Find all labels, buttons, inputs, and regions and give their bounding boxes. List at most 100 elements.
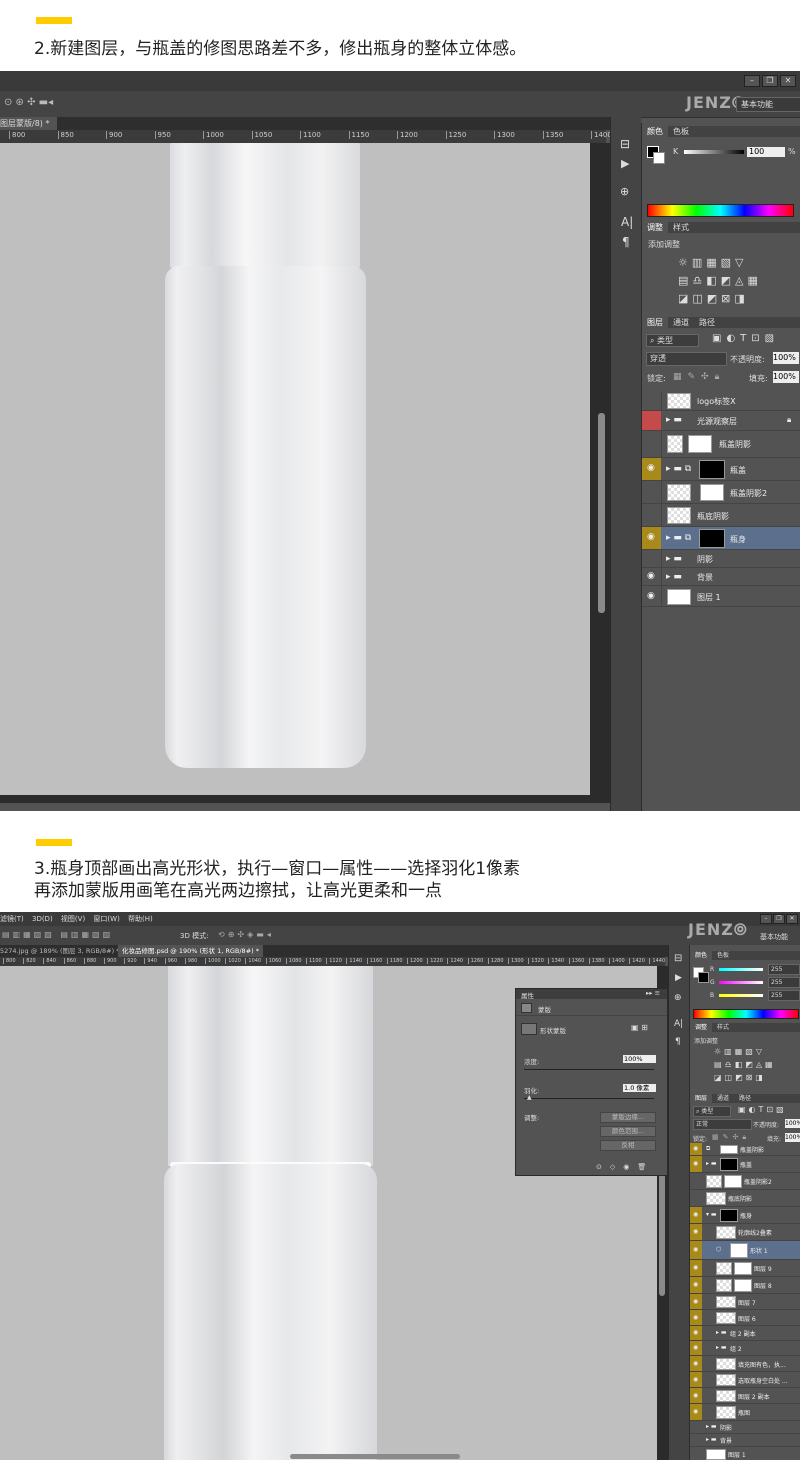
background-swatch[interactable] — [653, 152, 665, 164]
lock-icons[interactable]: ▦✎✣🔒︎ — [673, 372, 725, 382]
history-icon[interactable]: ⊟ — [674, 953, 682, 964]
menu-filter[interactable]: 滤镜(T) — [0, 915, 24, 923]
layer-row[interactable]: ▸ ▬ 背景 — [690, 1434, 800, 1447]
visibility-toggle[interactable]: ◉ — [690, 1372, 702, 1387]
character-icon[interactable]: A| — [621, 215, 633, 229]
layer-row[interactable]: ◉ 图层 7 — [690, 1294, 800, 1310]
visibility-toggle[interactable]: ◉ — [642, 586, 662, 606]
slider-row-r[interactable]: R 255 — [710, 964, 800, 977]
visibility-toggle[interactable]: ◉ — [690, 1277, 702, 1293]
opacity-field[interactable]: 100% — [785, 1119, 800, 1128]
adjust-panel-tabs[interactable]: 调整 样式 — [642, 222, 800, 233]
layer-row[interactable]: ◉ 选取瓶身空白处 ... — [690, 1372, 800, 1388]
tool-icons[interactable]: ⊙ ⊛ ✣ ▬◂ — [4, 97, 53, 108]
filter-icons[interactable]: ▣◐T⊡▧ — [738, 1105, 787, 1114]
visibility-toggle[interactable]: ◉ — [690, 1143, 702, 1155]
density-field[interactable]: 100% — [623, 1055, 656, 1063]
kind-filter-select[interactable]: ⌕ 类型 — [693, 1106, 731, 1117]
menu-help[interactable]: 帮助(H) — [128, 915, 153, 923]
menu-3d[interactable]: 3D(D) — [32, 915, 53, 923]
fill-field[interactable]: 100% — [785, 1133, 800, 1142]
color-panel-tabs[interactable]: 颜色 色板 — [642, 126, 800, 137]
minimize-button[interactable]: – — [760, 914, 772, 924]
visibility-toggle[interactable] — [642, 481, 662, 503]
3d-icons[interactable]: ⟲⊕✣◈▬◂ — [218, 930, 274, 939]
color-range-button[interactable]: 颜色范围... — [600, 1126, 656, 1137]
tab-styles[interactable]: 样式 — [712, 1023, 734, 1032]
channel-value[interactable]: 255 — [768, 964, 800, 975]
history-icon[interactable]: ⊟ — [620, 137, 630, 151]
visibility-toggle[interactable] — [642, 431, 662, 457]
layer-row[interactable]: ◉ 瓶图 — [690, 1404, 800, 1421]
color-spectrum[interactable] — [647, 204, 794, 217]
restore-button[interactable]: ❐ — [773, 914, 785, 924]
visibility-toggle[interactable] — [642, 391, 662, 410]
document-tab[interactable]: 图层蒙版/8) * — [0, 117, 610, 130]
visibility-toggle[interactable]: ◉ — [690, 1388, 702, 1403]
channel-value[interactable]: 255 — [768, 990, 800, 1001]
doc-tab-b[interactable]: 化妆品修图.psd @ 190% (形状 1, RGB/8#) * — [118, 945, 263, 957]
fill-field[interactable]: 100% — [773, 371, 799, 383]
visibility-toggle[interactable]: ◉ — [690, 1326, 702, 1340]
layers-panel-tabs[interactable]: 图层 通道 路径 — [690, 1094, 800, 1103]
properties-footer-icons[interactable]: ⊙◇◉🗑︎ — [596, 1163, 654, 1171]
slider-row-b[interactable]: B 255 — [710, 990, 800, 1003]
layer-row-selected[interactable]: ◉ ⬡ 形状 1 — [690, 1241, 800, 1260]
pixel-mask-icons[interactable]: ▣ ⊞ — [631, 1023, 648, 1032]
tab-color[interactable]: 颜色 — [690, 951, 713, 960]
layer-row[interactable]: ◉ ▸ ▬ ⧉ 瓶盖 — [642, 458, 800, 481]
color-panel-tabs[interactable]: 颜色 色板 — [690, 951, 800, 960]
character-icon[interactable]: A| — [674, 1019, 683, 1029]
visibility-toggle[interactable]: ◉ — [690, 1156, 702, 1172]
play-icon[interactable]: ▶ — [621, 157, 629, 170]
visibility-toggle[interactable] — [642, 411, 661, 430]
play-icon[interactable]: ▶ — [675, 973, 682, 983]
visibility-toggle[interactable]: ◉ — [642, 458, 661, 480]
layer-row[interactable]: ◉ 轮廓线2叠素 — [690, 1224, 800, 1241]
visibility-toggle[interactable]: ◉ — [642, 527, 661, 549]
visibility-toggle[interactable]: ◉ — [690, 1224, 702, 1240]
tool-preset-icon[interactable]: ⊕ — [620, 185, 629, 198]
visibility-toggle[interactable]: ◉ — [690, 1310, 702, 1325]
feather-slider-handle[interactable]: ▲ — [527, 1094, 532, 1101]
layers-panel-tabs[interactable]: 图层 通道 路径 — [642, 317, 800, 328]
blend-mode-select[interactable]: 穿透 — [646, 352, 727, 366]
visibility-toggle[interactable] — [690, 1434, 702, 1446]
color-spectrum[interactable] — [693, 1009, 799, 1019]
tab-swatches[interactable]: 色板 — [712, 951, 734, 960]
panel-menu-icon[interactable]: ▸▸ ≡ — [646, 989, 660, 997]
adjustment-icons[interactable]: ☼▥▦▧▽ ▤♎◧◩◬▦ ◪◫◩⊠◨ — [678, 254, 798, 308]
layer-row[interactable]: 瓶盖阴影 — [642, 431, 800, 458]
density-slider[interactable] — [524, 1069, 654, 1070]
workspace-select[interactable]: 基本功能 — [736, 97, 800, 112]
layer-row[interactable]: ◉ ▸ ▬ 瓶盖 — [690, 1156, 800, 1173]
layer-row[interactable]: ▸ ▬ 阴影 — [642, 550, 800, 568]
visibility-toggle[interactable]: ◉ — [690, 1260, 702, 1276]
layer-row[interactable]: ◉ 图层 8 — [690, 1277, 800, 1294]
layer-row[interactable]: ◉ 图层 6 — [690, 1310, 800, 1326]
visibility-toggle[interactable]: ◉ — [690, 1294, 702, 1309]
tab-adjustments[interactable]: 调整 — [642, 222, 668, 233]
layer-row[interactable]: ◉ ▸ ▬ 组 2 — [690, 1341, 800, 1356]
visibility-toggle[interactable]: ◉ — [642, 568, 662, 585]
visibility-toggle[interactable]: ◉ — [690, 1404, 702, 1420]
paragraph-icon[interactable]: ¶ — [622, 235, 630, 249]
kind-filter-select[interactable]: ⌕ 类型 — [646, 334, 699, 347]
layer-row[interactable]: 图层 1 — [690, 1447, 800, 1460]
mask-edge-button[interactable]: 蒙版边缘... — [600, 1112, 656, 1123]
close-button[interactable]: ✕ — [780, 75, 796, 87]
channel-track[interactable] — [719, 981, 763, 984]
tab-channels[interactable]: 通道 — [668, 317, 694, 328]
layer-row[interactable]: ◉ 图层 9 — [690, 1260, 800, 1277]
layer-row[interactable]: ▸ ▬ 阴影 — [690, 1421, 800, 1434]
tab-channels[interactable]: 通道 — [712, 1094, 734, 1103]
invert-button[interactable]: 反相 — [600, 1140, 656, 1151]
adjustment-icons[interactable]: ☼▥▦▧▽ ▤♎◧◩◬▦ ◪◫◩⊠◨ — [714, 1045, 800, 1084]
channel-value[interactable]: 255 — [768, 977, 800, 988]
restore-button[interactable]: ❐ — [762, 75, 778, 87]
visibility-toggle[interactable] — [690, 1421, 702, 1433]
filter-icons[interactable]: ▣◐T⊡▧ — [712, 333, 779, 344]
feather-slider[interactable] — [524, 1098, 654, 1099]
visibility-toggle[interactable]: ◉ — [690, 1207, 702, 1223]
visibility-toggle[interactable] — [642, 550, 662, 567]
